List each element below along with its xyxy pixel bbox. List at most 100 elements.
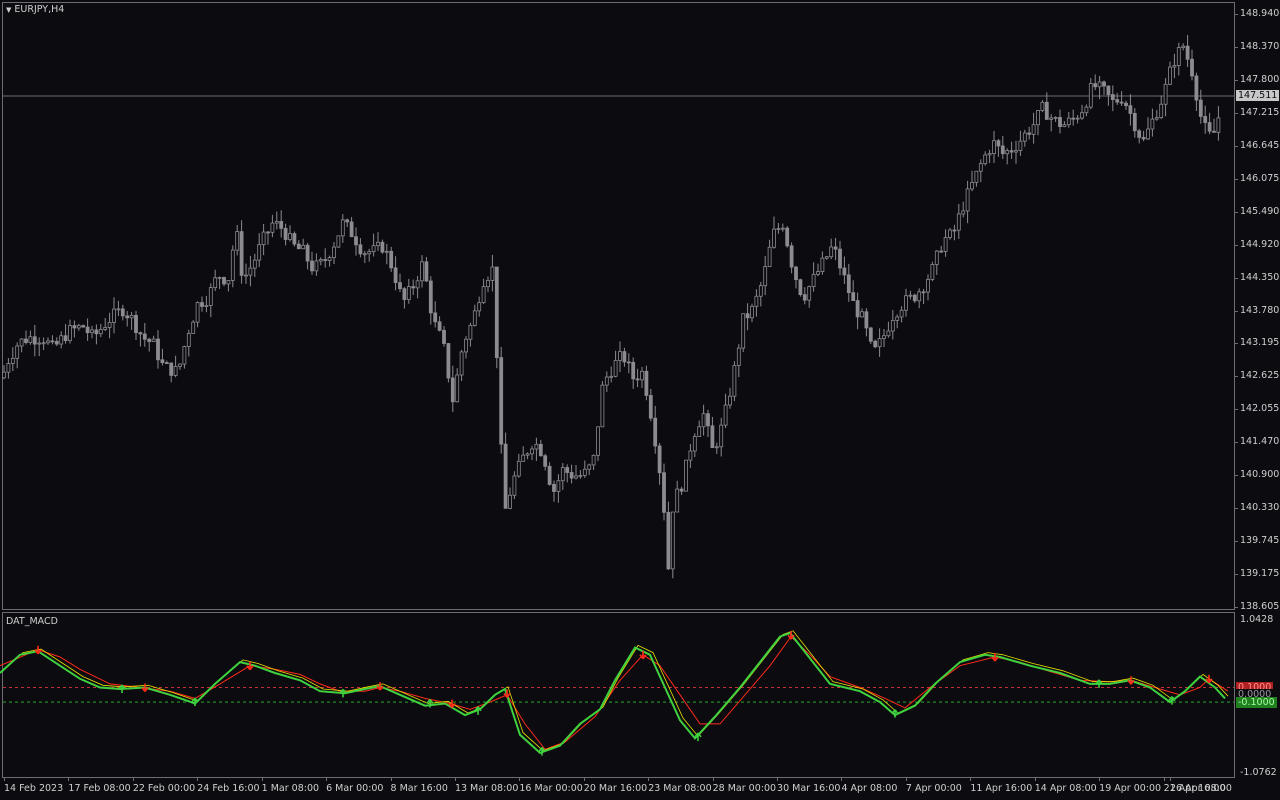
candle-body bbox=[956, 213, 961, 231]
candle-body bbox=[741, 313, 746, 349]
price-tick-label: 139.175 bbox=[1240, 568, 1280, 580]
candle-body bbox=[745, 313, 750, 319]
candle-body bbox=[547, 465, 552, 485]
sell-arrow-icon bbox=[141, 683, 149, 692]
candle-body bbox=[41, 342, 46, 345]
signal-line bbox=[0, 635, 1229, 750]
candle-body bbox=[279, 221, 284, 229]
lower-level-tag: -0.1000 bbox=[1236, 697, 1277, 708]
candle-body bbox=[1146, 128, 1150, 140]
candle-body bbox=[750, 305, 754, 319]
candle-body bbox=[1009, 150, 1014, 153]
candle-body bbox=[763, 266, 768, 287]
candle-body bbox=[877, 338, 882, 348]
symbol-label[interactable]: ▼ EURJPY,H4 bbox=[6, 4, 64, 15]
candle-body bbox=[103, 326, 108, 330]
candle-body bbox=[19, 338, 24, 347]
candle-body bbox=[1163, 83, 1168, 105]
candle-body bbox=[662, 472, 666, 513]
price-tick-label: 146.645 bbox=[1240, 139, 1280, 151]
candle-body bbox=[63, 335, 68, 342]
candle-body bbox=[710, 425, 715, 448]
candle-body bbox=[503, 443, 508, 509]
candle-body bbox=[794, 266, 798, 281]
candle-body bbox=[512, 475, 517, 496]
candle-body bbox=[1040, 101, 1045, 111]
candle-body bbox=[472, 310, 477, 326]
candle-body bbox=[653, 417, 658, 447]
candle-body bbox=[94, 329, 99, 335]
price-tick bbox=[1235, 145, 1238, 147]
candle-body bbox=[943, 237, 948, 252]
candle-body bbox=[838, 248, 842, 269]
price-tick-label: 144.920 bbox=[1240, 238, 1280, 250]
candle-body bbox=[332, 246, 336, 259]
candle-body bbox=[345, 219, 350, 223]
candle-body bbox=[147, 338, 152, 343]
candle-body bbox=[591, 454, 596, 466]
candle-body bbox=[494, 266, 499, 359]
time-tick bbox=[519, 778, 521, 781]
candle-body bbox=[208, 287, 213, 306]
dropdown-arrow-icon[interactable]: ▼ bbox=[6, 6, 11, 14]
candle-body bbox=[371, 245, 376, 253]
candle-body bbox=[354, 236, 358, 246]
candle-body bbox=[24, 338, 28, 343]
candle-body bbox=[1203, 116, 1208, 123]
candle-body bbox=[156, 338, 160, 361]
candle-body bbox=[32, 336, 37, 345]
candle-body bbox=[1084, 106, 1089, 114]
candle-body bbox=[182, 346, 187, 365]
candle-body bbox=[692, 436, 697, 452]
candle-body bbox=[213, 277, 218, 288]
candle-body bbox=[631, 361, 636, 380]
candle-body bbox=[310, 260, 314, 272]
time-tick bbox=[777, 778, 779, 781]
time-tick-label: 14 Feb 2023 bbox=[4, 783, 64, 794]
candle-body bbox=[406, 286, 411, 300]
candle-body bbox=[125, 315, 130, 319]
candle-body bbox=[15, 345, 20, 359]
candle-body bbox=[772, 228, 776, 248]
candle-body bbox=[288, 233, 292, 240]
candle-body bbox=[604, 376, 609, 386]
candle-body bbox=[28, 336, 33, 343]
candle-body bbox=[340, 219, 345, 237]
candle-body bbox=[904, 295, 908, 311]
candle-body bbox=[1159, 103, 1164, 119]
candle-body bbox=[178, 363, 182, 367]
candle-body bbox=[380, 241, 385, 253]
candle-body bbox=[1181, 45, 1186, 48]
candle-body bbox=[833, 246, 838, 250]
candle-body bbox=[1124, 102, 1128, 107]
time-tick bbox=[1163, 778, 1165, 781]
candle-body bbox=[688, 450, 693, 461]
time-tick bbox=[1170, 778, 1171, 781]
candle-body bbox=[701, 413, 706, 428]
candle-body bbox=[952, 229, 957, 232]
time-tick-label: 7 Apr 00:00 bbox=[905, 783, 962, 794]
candle-body bbox=[402, 288, 407, 300]
time-tick-label: 26 Apr 08:00 bbox=[1170, 783, 1232, 794]
price-tick-label: 148.370 bbox=[1240, 40, 1280, 52]
candle-body bbox=[1066, 117, 1071, 126]
candle-body bbox=[789, 245, 794, 268]
candle-body bbox=[1058, 116, 1062, 128]
price-tick bbox=[1235, 508, 1238, 510]
candle-body bbox=[1198, 99, 1203, 117]
candle-body bbox=[1075, 117, 1080, 120]
price-tick-label: 148.940 bbox=[1240, 8, 1280, 19]
candle-body bbox=[983, 154, 988, 165]
candle-body bbox=[230, 249, 235, 281]
candle-body bbox=[10, 357, 15, 364]
candle-body bbox=[851, 292, 856, 301]
candle-body bbox=[970, 182, 974, 190]
candle-body bbox=[516, 460, 521, 477]
candle-body bbox=[776, 228, 781, 230]
time-tick-label: 24 Feb 16:00 bbox=[197, 783, 260, 794]
candle-body bbox=[842, 267, 847, 276]
price-tick-label: 142.625 bbox=[1240, 370, 1280, 382]
candle-body bbox=[948, 229, 952, 238]
candle-body bbox=[1185, 45, 1190, 60]
candle-body bbox=[864, 311, 869, 329]
